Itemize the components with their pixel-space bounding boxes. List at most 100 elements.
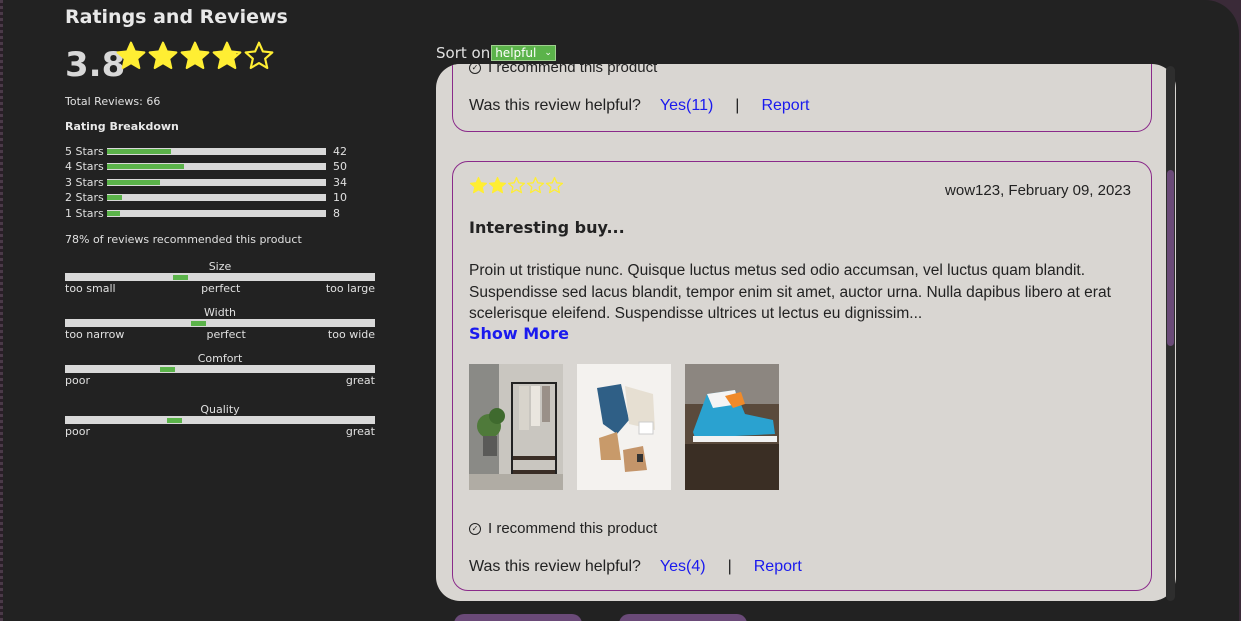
reviews-list[interactable]: ✓ I recommend this product Was this revi… xyxy=(436,64,1176,601)
helpful-yes-link[interactable]: Yes(4) xyxy=(660,558,706,576)
sneaker-photo[interactable] xyxy=(685,364,779,490)
sort-select[interactable]: helpful ⌄ xyxy=(491,45,556,61)
review-body: Proin ut tristique nunc. Quisque luctus … xyxy=(469,262,1111,322)
breakdown-count: 34 xyxy=(333,175,347,189)
chevron-down-icon: ⌄ xyxy=(544,48,552,58)
breakdown-row-1[interactable]: 1 Stars 8 xyxy=(65,206,340,220)
ratings-reviews-widget: Ratings and Reviews 3.8 Total Reviews: 6… xyxy=(3,0,1239,621)
characteristic-name: Comfort xyxy=(197,352,243,365)
sort-control: Sort on helpful ⌄ xyxy=(436,44,556,62)
recommend-line: ✓ I recommend this product xyxy=(469,64,657,76)
char-high-label: great xyxy=(345,425,375,438)
average-stars xyxy=(115,40,275,72)
breakdown-title: Rating Breakdown xyxy=(65,120,179,133)
check-circle-icon: ✓ xyxy=(469,522,481,535)
review-card: ✓ I recommend this product Was this revi… xyxy=(452,64,1152,132)
star-filled-icon xyxy=(148,41,178,70)
sort-selected-value: helpful xyxy=(495,46,537,60)
breakdown-count: 8 xyxy=(333,206,340,220)
characteristic-width: Width too narrow perfect too wide xyxy=(65,306,375,341)
characteristic-name: Quality xyxy=(200,403,240,416)
breakdown-count: 50 xyxy=(333,159,347,173)
characteristic-bar xyxy=(65,365,375,373)
breakdown-bar xyxy=(107,147,326,155)
char-high-label: too large xyxy=(325,282,375,295)
characteristic-bar xyxy=(65,273,375,281)
helpful-row: Was this review helpful? Yes(4) | Report xyxy=(469,558,802,576)
char-low-label: too narrow xyxy=(65,328,125,341)
recommend-percentage: 78% of reviews recommended this product xyxy=(65,233,302,246)
star-filled-icon xyxy=(116,41,146,70)
breakdown-label: 1 Stars xyxy=(65,206,104,220)
breakdown-bar xyxy=(107,209,326,217)
char-high-label: great xyxy=(345,374,375,387)
scrollbar-thumb[interactable] xyxy=(1167,170,1174,346)
star-filled-icon xyxy=(469,176,488,194)
star-filled-icon xyxy=(488,176,507,194)
review-title: Interesting buy... xyxy=(469,218,625,237)
char-low-label: too small xyxy=(65,282,116,295)
report-link[interactable]: Report xyxy=(754,558,802,576)
total-reviews: Total Reviews: 66 xyxy=(65,95,161,108)
breakdown-bar xyxy=(107,193,326,201)
check-circle-icon: ✓ xyxy=(469,64,481,74)
star-empty-icon xyxy=(545,176,564,194)
breakdown-row-5[interactable]: 5 Stars 42 xyxy=(65,144,347,158)
sort-label: Sort on xyxy=(436,44,491,62)
char-low-label: poor xyxy=(65,374,90,387)
characteristic-quality: Quality poor great xyxy=(65,403,375,438)
characteristic-marker xyxy=(191,321,207,326)
background-edge xyxy=(0,0,3,621)
breakdown-count: 42 xyxy=(333,144,347,158)
show-more-link[interactable]: Show More xyxy=(469,324,569,343)
char-mid-label: perfect xyxy=(206,328,246,341)
breakdown-label: 4 Stars xyxy=(65,159,104,173)
recommend-text: I recommend this product xyxy=(488,64,658,76)
clothing-rack-photo[interactable] xyxy=(469,364,563,490)
breakdown-row-3[interactable]: 3 Stars 34 xyxy=(65,175,347,189)
characteristic-bar xyxy=(65,416,375,424)
helpful-question: Was this review helpful? xyxy=(469,558,641,575)
more-reviews-button[interactable] xyxy=(454,614,582,621)
char-low-label: poor xyxy=(65,425,90,438)
helpful-yes-link[interactable]: Yes(11) xyxy=(660,97,713,115)
star-empty-icon xyxy=(244,41,274,70)
report-link[interactable]: Report xyxy=(761,97,809,115)
star-empty-icon xyxy=(526,176,545,194)
breakdown-row-4[interactable]: 4 Stars 50 xyxy=(65,159,347,173)
characteristic-marker xyxy=(172,275,188,280)
breakdown-row-2[interactable]: 2 Stars 10 xyxy=(65,190,347,204)
separator: | xyxy=(727,558,732,575)
add-review-button[interactable] xyxy=(619,614,747,621)
breakdown-bar xyxy=(107,178,326,186)
review-card: wow123, February 09, 2023 Interesting bu… xyxy=(452,161,1152,591)
characteristic-comfort: Comfort poor great xyxy=(65,352,375,387)
star-empty-icon xyxy=(507,176,526,194)
outfit-flatlay-photo[interactable] xyxy=(577,364,671,490)
characteristic-name: Width xyxy=(204,306,236,319)
separator: | xyxy=(735,97,740,114)
char-mid-label: perfect xyxy=(201,282,241,295)
star-half-icon xyxy=(212,41,242,70)
characteristic-size: Size too small perfect too large xyxy=(65,260,375,295)
reviews-scrollbar[interactable] xyxy=(1166,66,1175,601)
breakdown-label: 5 Stars xyxy=(65,144,104,158)
breakdown-label: 3 Stars xyxy=(65,175,104,189)
char-high-label: too wide xyxy=(327,328,375,341)
helpful-question: Was this review helpful? xyxy=(469,97,641,114)
review-author-date: wow123, February 09, 2023 xyxy=(945,182,1131,199)
review-stars xyxy=(469,176,564,195)
recommend-line: ✓ I recommend this product xyxy=(469,520,657,537)
breakdown-count: 10 xyxy=(333,190,347,204)
review-photos xyxy=(469,364,779,490)
star-filled-icon xyxy=(180,41,210,70)
breakdown-bar xyxy=(107,162,326,170)
characteristic-marker xyxy=(160,367,176,372)
recommend-text: I recommend this product xyxy=(488,520,658,537)
breakdown-label: 2 Stars xyxy=(65,190,104,204)
characteristic-bar xyxy=(65,319,375,327)
characteristic-marker xyxy=(166,418,182,423)
section-title: Ratings and Reviews xyxy=(65,6,288,28)
characteristic-name: Size xyxy=(208,260,232,273)
helpful-row: Was this review helpful? Yes(11) | Repor… xyxy=(469,97,809,115)
